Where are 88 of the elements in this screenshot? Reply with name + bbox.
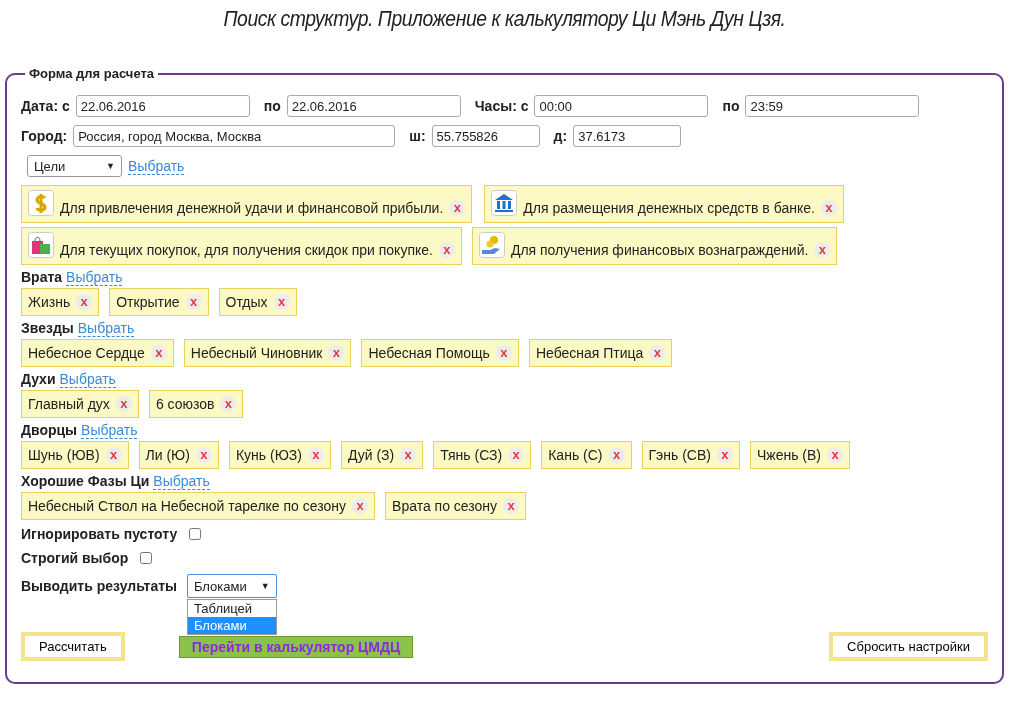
- choose-link[interactable]: Выбрать: [153, 473, 210, 490]
- field-label: ш:: [409, 128, 426, 144]
- dropdown-option[interactable]: Блоками: [188, 617, 276, 634]
- tag-text: Чжень (В): [756, 447, 821, 463]
- checkbox-label: Строгий выбор: [21, 550, 129, 566]
- tag-text: Тянь (СЗ): [440, 447, 503, 463]
- tag-text: Ли (Ю): [145, 447, 190, 463]
- tag-text: Дуй (З): [347, 447, 395, 463]
- remove-button[interactable]: x: [273, 294, 290, 310]
- checkbox-label: Игнорировать пустоту: [21, 526, 178, 542]
- remove-button[interactable]: x: [508, 447, 525, 463]
- field-label: по: [263, 98, 281, 114]
- section-title: Дворцы: [21, 422, 78, 438]
- tag-text: 6 союзов: [155, 396, 215, 412]
- remove-button[interactable]: x: [716, 447, 733, 463]
- field-label: Часы: с: [474, 98, 529, 114]
- remove-button[interactable]: x: [503, 498, 520, 514]
- tag-text: Небесная Птица: [535, 345, 644, 361]
- input-field[interactable]: 22.06.2016: [75, 95, 250, 117]
- tag-text: Кунь (ЮЗ): [235, 447, 302, 463]
- remove-button[interactable]: x: [608, 447, 625, 463]
- choose-link[interactable]: Выбрать: [128, 157, 185, 175]
- section-title: Врата: [21, 269, 63, 285]
- remove-button[interactable]: x: [495, 345, 512, 361]
- choose-link[interactable]: Выбрать: [77, 320, 135, 337]
- page-title: Поиск структур. Приложение к калькулятору Ци Мэнь Дун Цзя.: [222, 6, 787, 32]
- bank-icon: [491, 190, 518, 216]
- dollar-icon: [28, 190, 54, 216]
- remove-button[interactable]: x: [438, 242, 455, 258]
- section-title: Звезды: [21, 320, 74, 336]
- output-select[interactable]: Блоками ▼: [187, 574, 277, 598]
- reset-button[interactable]: Сбросить настройки: [829, 632, 988, 661]
- tag-text: Открытие: [116, 294, 180, 310]
- input-field[interactable]: 00:00: [534, 95, 709, 117]
- calculator-link-button[interactable]: Перейти в калькулятор ЦМДЦ: [178, 635, 414, 658]
- remove-button[interactable]: x: [195, 447, 212, 463]
- remove-button[interactable]: x: [307, 447, 324, 463]
- remove-button[interactable]: x: [352, 498, 369, 514]
- remove-button[interactable]: x: [649, 345, 666, 361]
- field-label: Город:: [21, 128, 68, 144]
- field-label: по: [722, 98, 740, 114]
- tag-text: Небесная Помощь: [368, 345, 490, 361]
- remove-button[interactable]: x: [105, 447, 122, 463]
- tag-text: Жизнь: [28, 294, 71, 310]
- choose-link[interactable]: Выбрать: [81, 422, 138, 439]
- tag-text: Для текущих покупок, для получения скидок при покупке.: [60, 242, 433, 258]
- field-label: Дата: с: [21, 98, 70, 114]
- section-title: Духи: [21, 371, 56, 387]
- calculate-button[interactable]: Рассчитать: [21, 632, 125, 661]
- input-field[interactable]: 23:59: [745, 95, 920, 117]
- tag-text: Кань (С): [548, 447, 603, 463]
- tag-text: Главный дух: [28, 396, 110, 412]
- remove-button[interactable]: x: [820, 200, 837, 216]
- remove-button[interactable]: x: [328, 345, 345, 361]
- tag-text: Врата по сезону: [392, 498, 498, 514]
- form-legend: Форма для расчета: [25, 66, 159, 81]
- checkbox[interactable]: [189, 528, 202, 540]
- tag-text: Отдых: [225, 294, 268, 310]
- tag-text: Для размещения денежных средств в банке.: [523, 200, 815, 216]
- input-field[interactable]: 55.755826: [431, 125, 540, 147]
- output-label: Выводить результаты: [21, 578, 177, 594]
- remove-button[interactable]: x: [115, 396, 132, 412]
- field-label: д:: [553, 128, 568, 144]
- checkbox[interactable]: [140, 552, 153, 564]
- tag-text: Небесное Сердце: [28, 345, 145, 361]
- choose-link[interactable]: Выбрать: [59, 371, 116, 388]
- tag-text: Небесный Ствол на Небесной тарелке по сезону: [28, 498, 347, 514]
- input-field[interactable]: 37.6173: [573, 125, 682, 147]
- remove-button[interactable]: x: [76, 294, 93, 310]
- tag-text: Для привлечения денежной удачи и финансовой прибыли.: [60, 200, 444, 216]
- goals-select[interactable]: Цели ▼: [27, 155, 122, 177]
- tag-text: Для получения финансовых вознаграждений.: [510, 242, 809, 258]
- remove-button[interactable]: x: [150, 345, 167, 361]
- tag-text: Шунь (ЮВ): [28, 447, 100, 463]
- shopping-bags-icon: [28, 232, 54, 258]
- tag-text: Гэнь (СВ): [648, 447, 711, 463]
- input-field[interactable]: Россия, город Москва, Москва: [73, 125, 396, 147]
- coins-hand-icon: [478, 232, 505, 258]
- choose-link[interactable]: Выбрать: [66, 269, 123, 286]
- remove-button[interactable]: x: [185, 294, 202, 310]
- remove-button[interactable]: x: [827, 447, 843, 463]
- remove-button[interactable]: x: [400, 447, 417, 463]
- remove-button[interactable]: x: [449, 200, 466, 216]
- remove-button[interactable]: x: [220, 396, 237, 412]
- remove-button[interactable]: x: [814, 242, 831, 258]
- tag-text: Небесный Чиновник: [190, 345, 323, 361]
- section-title: Хорошие Фазы Ци: [21, 473, 150, 489]
- input-field[interactable]: 22.06.2016: [286, 95, 461, 117]
